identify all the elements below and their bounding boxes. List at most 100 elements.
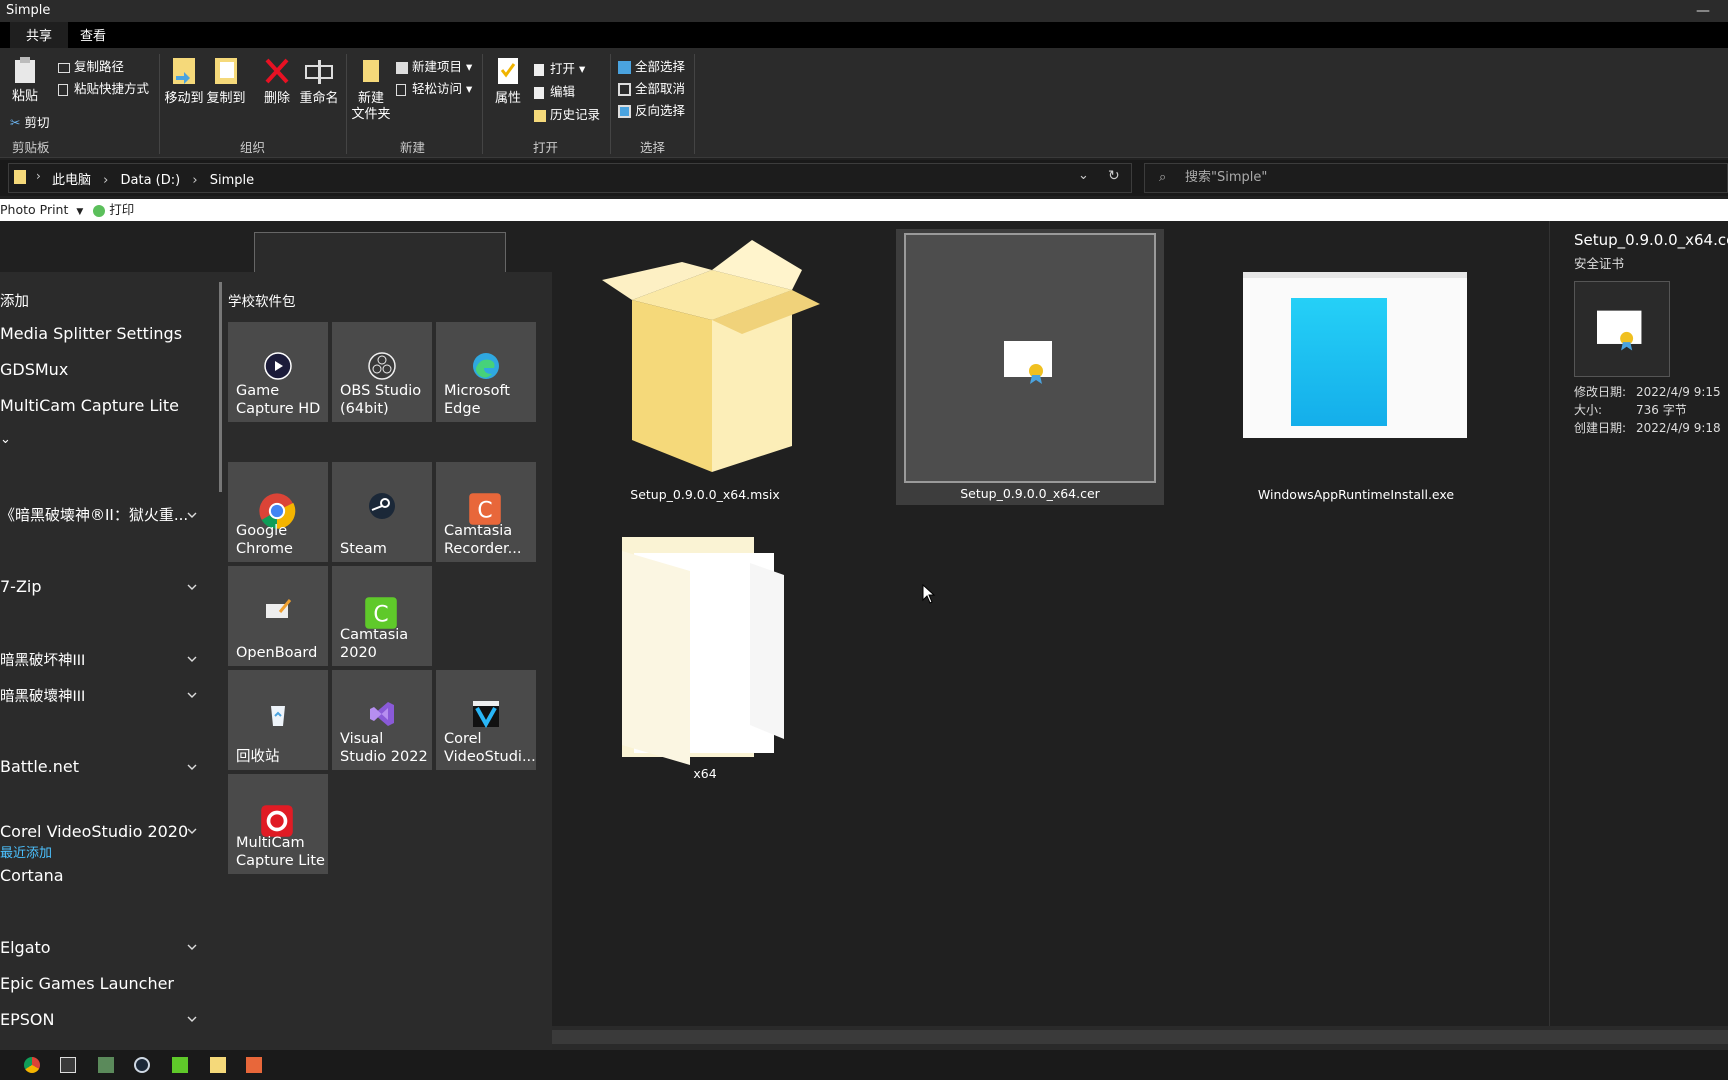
app-gdsmux[interactable]: GDSMux (0, 360, 68, 379)
tile-camtasia-2020[interactable]: C Camtasia 2020 (332, 566, 432, 666)
ribbon-separator (346, 54, 347, 154)
rename-button[interactable]: 重命名 (298, 56, 340, 107)
file-item-msix[interactable]: Setup_0.9.0.0_x64.msix (580, 232, 830, 512)
tile-recycle-bin[interactable]: 回收站 (228, 670, 328, 770)
breadcrumb-this-pc[interactable]: 此电脑 (52, 173, 91, 188)
print-button[interactable]: 打印 (109, 202, 134, 217)
copy-path-button[interactable]: 复制路径 (58, 56, 124, 75)
app-list-scrollbar[interactable] (219, 282, 222, 492)
collapse-chevron-icon[interactable]: ⌄ (0, 432, 11, 447)
file-item-partial[interactable] (254, 232, 506, 272)
tile-game-capture-hd[interactable]: Game Capture HD (228, 322, 328, 422)
tile-corel-videostudio[interactable]: Corel VideoStudi... (436, 670, 536, 770)
easy-access-button[interactable]: 轻松访问 ▾ (396, 78, 472, 97)
file-item-cer-selected[interactable]: Setup_0.9.0.0_x64.cer (896, 229, 1164, 505)
chevron-down-icon[interactable] (187, 510, 197, 520)
folder-name-x64: x64 (693, 766, 717, 781)
chevron-down-icon[interactable]: ⌄ (1078, 168, 1089, 183)
chevron-down-icon[interactable] (187, 582, 197, 592)
tab-view[interactable]: 查看 (80, 25, 106, 44)
taskbar-camtasia-icon[interactable] (172, 1057, 188, 1073)
delete-button[interactable]: 删除 (262, 56, 292, 107)
group-select-label: 选择 (640, 140, 666, 155)
edit-button[interactable]: 编辑 (534, 81, 575, 100)
size-label: 大小: (1574, 403, 1603, 417)
size-value: 736 字节 (1636, 403, 1687, 417)
app-media-splitter-settings[interactable]: Media Splitter Settings (0, 324, 182, 343)
open-button[interactable]: 打开 ▾ (534, 58, 585, 77)
taskbar-photos-icon[interactable] (98, 1057, 114, 1073)
new-item-icon (396, 61, 408, 74)
file-item-exe[interactable]: WindowsAppRuntimeInstall.exe (1226, 232, 1486, 512)
select-none-button[interactable]: 全部取消 (618, 78, 685, 97)
new-item-button[interactable]: 新建项目 ▾ (396, 56, 472, 75)
tab-share[interactable]: 共享 (26, 25, 52, 44)
tile-camtasia-recorder[interactable]: C Camtasia Recorder... (436, 462, 536, 562)
app-diablo3-folder[interactable]: 暗黑破坏神III (0, 649, 85, 670)
folder-item-x64[interactable]: x64 (580, 530, 830, 790)
app-7zip-folder[interactable]: 7-Zip (0, 577, 42, 596)
tile-steam[interactable]: Steam (332, 462, 432, 562)
app-cortana[interactable]: Cortana (0, 866, 64, 885)
invert-selection-button[interactable]: 反向选择 (618, 100, 685, 119)
extension-toolbar: Photo Print ▼ 打印 (0, 199, 1728, 221)
app-corel-videostudio-folder[interactable]: Corel VideoStudio 2020 (0, 822, 188, 841)
scrollbar-thumb[interactable] (552, 1030, 1728, 1044)
tile-visual-studio-2022[interactable]: Visual Studio 2022 (332, 670, 432, 770)
minimize-button[interactable]: — (1696, 0, 1710, 22)
move-to-icon (173, 58, 195, 84)
tile-obs-studio[interactable]: OBS Studio (64bit) (332, 322, 432, 422)
chevron-down-icon[interactable] (187, 826, 197, 836)
tile-multicam-capture-lite[interactable]: MultiCam Capture Lite (228, 774, 328, 874)
search-icon: ⌕ (1159, 170, 1167, 185)
file-name-msix: Setup_0.9.0.0_x64.msix (630, 487, 780, 502)
app-battlenet-folder[interactable]: Battle.net (0, 757, 79, 776)
refresh-icon[interactable]: ↻ (1108, 168, 1120, 184)
taskbar-steam-icon[interactable] (134, 1057, 150, 1073)
taskbar-media-icon[interactable] (60, 1057, 76, 1073)
scissors-icon: ✂ (10, 115, 21, 130)
photo-print-button[interactable]: Photo Print (0, 202, 68, 217)
chevron-down-icon[interactable] (187, 654, 197, 664)
select-all-button[interactable]: 全部选择 (618, 56, 685, 75)
tile-google-chrome[interactable]: Google Chrome (228, 462, 328, 562)
tile-microsoft-edge[interactable]: Microsoft Edge (436, 322, 536, 422)
app-multicam-capture-lite[interactable]: MultiCam Capture Lite (0, 396, 179, 415)
dropdown-arrow-icon[interactable]: ▼ (76, 207, 83, 217)
app-epic-games-launcher[interactable]: Epic Games Launcher (0, 974, 174, 993)
new-folder-button[interactable]: 新建 文件夹 (350, 56, 392, 123)
paste-shortcut-button[interactable]: 粘贴快捷方式 (58, 78, 149, 97)
app-diablo2-folder[interactable]: 《暗黑破壊神®II：獄火重... (0, 504, 188, 525)
app-epson-folder[interactable]: EPSON (0, 1010, 54, 1029)
title-bar: Simple — (0, 0, 1728, 22)
horizontal-scrollbar[interactable] (552, 1026, 1728, 1050)
properties-button[interactable]: 属性 (494, 56, 522, 107)
taskbar-chrome-icon[interactable] (24, 1057, 40, 1073)
copy-to-button[interactable]: 复制到 (206, 56, 246, 107)
app-elgato-folder[interactable]: Elgato (0, 938, 51, 957)
chevron-down-icon[interactable] (187, 942, 197, 952)
cut-button[interactable]: ✂ 剪切 (10, 112, 50, 131)
paste-button[interactable]: 粘贴 (10, 56, 40, 105)
taskbar-explorer-icon[interactable] (210, 1057, 226, 1073)
tile-openboard[interactable]: OpenBoard (228, 566, 328, 666)
app-diablo3-tw-folder[interactable]: 暗黑破壞神III (0, 685, 85, 706)
taskbar-camtasia-recorder-icon[interactable] (246, 1057, 262, 1073)
chevron-right-icon: › (192, 173, 198, 188)
chevron-down-icon[interactable] (187, 762, 197, 772)
ribbon-separator (610, 54, 611, 154)
breadcrumb-simple[interactable]: Simple (210, 173, 254, 188)
file-name-exe: WindowsAppRuntimeInstall.exe (1257, 487, 1455, 502)
history-button[interactable]: 历史记录 (534, 104, 600, 123)
search-input[interactable]: ⌕ 搜索"Simple" (1144, 163, 1728, 193)
breadcrumb-data-drive[interactable]: Data (D:) (121, 173, 181, 188)
chevron-down-icon[interactable] (187, 690, 197, 700)
move-to-button[interactable]: 移动到 (164, 56, 204, 107)
chevron-down-icon[interactable] (187, 1014, 197, 1024)
group-open-label: 打开 (533, 140, 559, 155)
select-none-icon (618, 83, 631, 96)
modified-value: 2022/4/9 9:15 (1636, 385, 1721, 399)
window-title: Simple (6, 3, 51, 18)
group-clipboard-label: 剪贴板 (12, 140, 50, 155)
print-icon (93, 204, 106, 217)
